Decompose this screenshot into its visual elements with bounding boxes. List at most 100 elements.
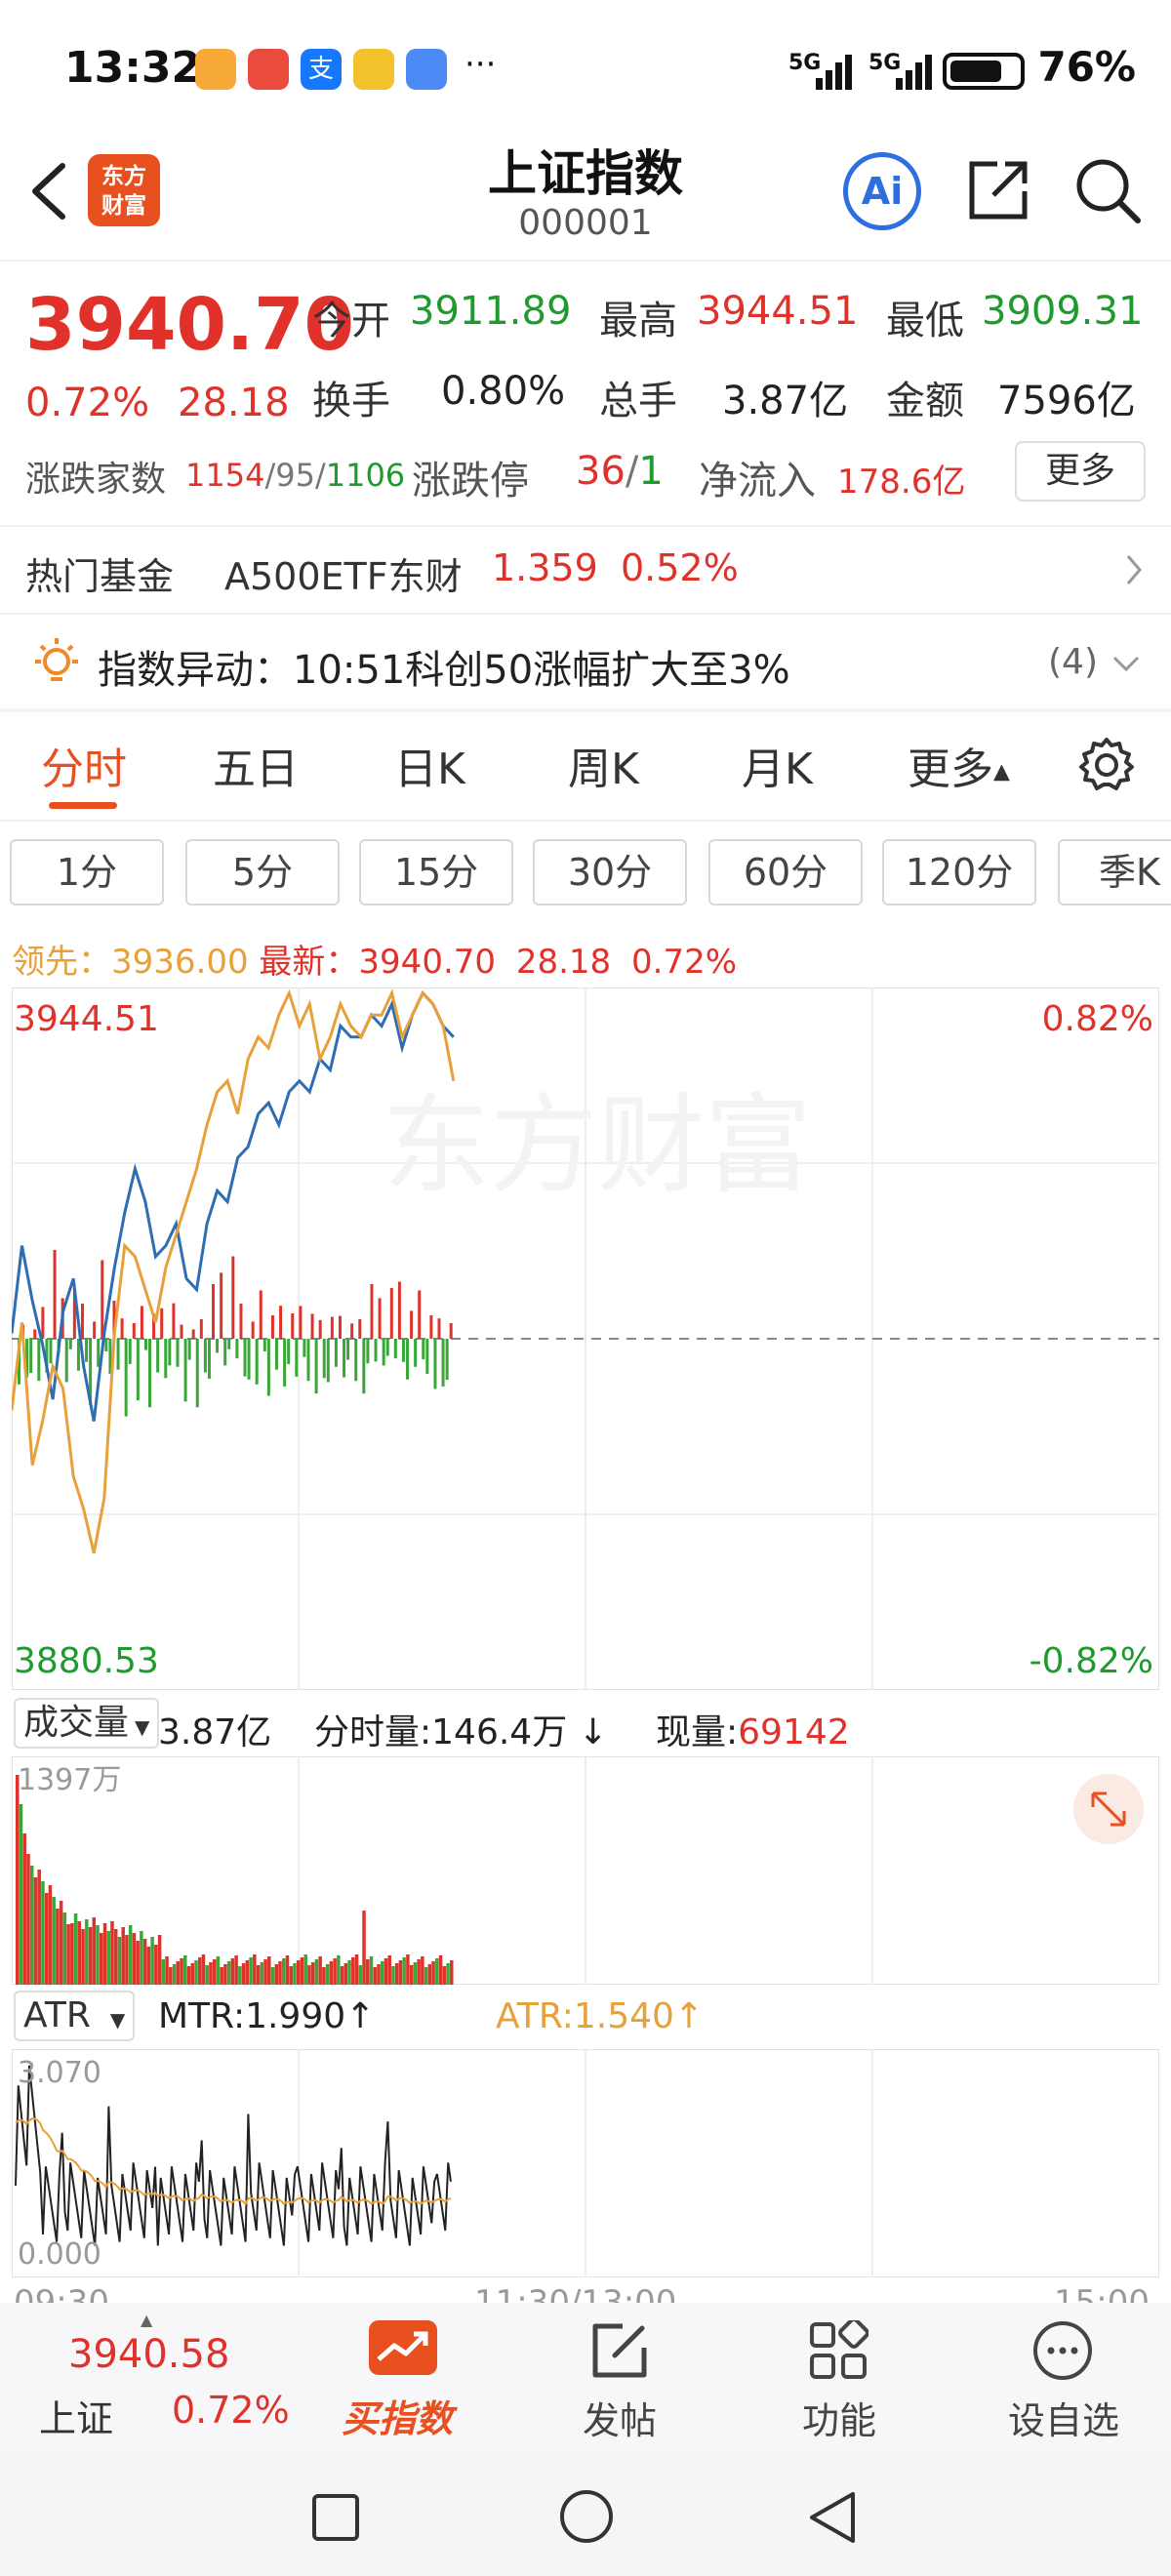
atr-value: ATR:1.540↑: [496, 1996, 704, 2036]
interval-120min[interactable]: 120分: [882, 839, 1036, 906]
interval-5min[interactable]: 5分: [185, 839, 340, 906]
interval-quarter-k[interactable]: 季K: [1058, 839, 1171, 906]
breadth-bar-down: [136, 1339, 140, 1401]
volume-bar: [22, 1833, 26, 1985]
grid-apps-icon: [810, 2320, 868, 2379]
volume-bar: [270, 1967, 275, 1985]
breadth-bar-up: [80, 1304, 84, 1339]
function-button[interactable]: 功能: [771, 2303, 908, 2449]
volume-bar: [387, 1955, 391, 1985]
volume-bar: [391, 1966, 395, 1985]
latest-change: 28.18: [515, 943, 612, 982]
volume-bar: [205, 1965, 209, 1985]
volume-bar: [322, 1967, 326, 1985]
volume-bar: [77, 1921, 82, 1985]
atr-indicator-select[interactable]: ATR ▼: [14, 1991, 136, 2041]
breadth-sep: /: [264, 457, 276, 494]
volume-bar: [169, 1967, 173, 1985]
breadth-bar-down: [322, 1339, 326, 1379]
alipay-icon: 支: [301, 49, 342, 90]
home-icon[interactable]: [558, 2488, 615, 2545]
breadth-bar-up: [132, 1323, 136, 1339]
breadth-sep: /: [314, 457, 326, 494]
atr-chart[interactable]: 3.070 0.000: [12, 2049, 1159, 2277]
turnover-value: 0.80%: [441, 369, 566, 414]
interval-1min[interactable]: 1分: [10, 839, 164, 906]
open-value: 3911.89: [410, 289, 572, 334]
tab-daily-k[interactable]: 日K: [394, 734, 465, 796]
breadth-down: 1106: [325, 457, 406, 494]
volume-bar: [157, 1935, 162, 1985]
interval-60min[interactable]: 60分: [708, 839, 863, 906]
breadth-bar-down: [274, 1339, 278, 1370]
volume-bar: [183, 1955, 187, 1985]
back-triangle-icon[interactable]: [806, 2490, 859, 2545]
volume-bar: [136, 1941, 140, 1985]
volume-bar: [285, 1955, 290, 1985]
volume-bar: [358, 1965, 363, 1985]
breadth-values: 1154/95/1106: [185, 457, 405, 494]
volume-value: 3.87亿: [722, 379, 849, 423]
tab-intraday[interactable]: 分时: [41, 734, 127, 796]
breadth-bar-down: [128, 1339, 132, 1364]
breadth-bar-up: [370, 1284, 374, 1339]
breadth-bar-down: [29, 1339, 33, 1374]
volume-bar: [92, 1917, 97, 1985]
breadth-bar-down: [49, 1339, 53, 1364]
share-icon[interactable]: [964, 156, 1032, 224]
quote-summary-button[interactable]: ▲ 3940.58 上证 0.72%: [0, 2303, 293, 2449]
breadth-bar-down: [85, 1339, 89, 1362]
time-axis-end: 15:00: [1054, 2283, 1150, 2303]
interval-30min[interactable]: 30分: [533, 839, 687, 906]
volume-bar: [325, 1964, 330, 1985]
breadth-bar-down: [124, 1339, 128, 1417]
buy-index-button[interactable]: 买指数: [322, 2303, 488, 2449]
add-watchlist-button[interactable]: 设自选: [986, 2303, 1142, 2449]
volume-bar: [146, 1947, 151, 1985]
breadth-up: 1154: [185, 457, 265, 494]
volume-bar: [340, 1966, 344, 1985]
volume-bar: [435, 1958, 439, 1985]
ai-button[interactable]: Ai: [843, 152, 921, 230]
arrow-down-icon: ↓: [567, 1712, 608, 1752]
volume-bar: [398, 1960, 403, 1985]
volume-bar: [263, 1959, 267, 1985]
fund-pct: 0.52%: [621, 546, 739, 589]
volume-bar: [333, 1958, 337, 1985]
status-bar: 13:32 支 ··· 5G 5G 76%: [0, 0, 1171, 137]
volume-indicator-select[interactable]: 成交量 ▼: [14, 1698, 160, 1749]
breadth-bar-down: [64, 1339, 68, 1383]
volume-bar: [37, 1870, 41, 1985]
search-icon[interactable]: [1071, 154, 1144, 226]
volume-bar: [238, 1966, 242, 1985]
breadth-flat: 95: [275, 457, 315, 494]
tab-five-day[interactable]: 五日: [213, 734, 299, 796]
volume-bar: [413, 1962, 418, 1985]
volume-bar: [142, 1939, 147, 1985]
caret-down-icon: ▼: [109, 2008, 126, 2032]
breadth-bar-up: [378, 1298, 382, 1339]
breadth-bar-down: [422, 1339, 425, 1360]
breadth-bar-down: [176, 1339, 180, 1367]
volume-bar: [318, 1956, 322, 1985]
breadth-bar-up: [330, 1316, 334, 1339]
volume-bar: [409, 1965, 414, 1985]
tab-more[interactable]: 更多▲: [908, 734, 1010, 796]
tab-more-label: 更多: [908, 745, 993, 794]
post-button[interactable]: 发帖: [556, 2303, 683, 2449]
hot-fund-row[interactable]: 热门基金 A500ETF东财 1.359 0.52%: [0, 527, 1171, 613]
recent-apps-icon[interactable]: [310, 2492, 361, 2543]
tab-monthly-k[interactable]: 月K: [742, 734, 813, 796]
intraday-chart[interactable]: 东方财富 3944.51 3880.53 0.82% -0.82%: [12, 987, 1159, 1690]
breadth-bar-down: [326, 1339, 330, 1383]
index-alert-row[interactable]: 指数异动：10:51科创50涨幅扩大至3% (4): [0, 615, 1171, 708]
interval-15min[interactable]: 15分: [359, 839, 513, 906]
volume-chart[interactable]: 1397万: [12, 1756, 1159, 1985]
more-quote-button[interactable]: 更多: [1015, 441, 1146, 502]
breadth-bar-down: [374, 1339, 378, 1362]
battery-icon: [943, 53, 1025, 90]
volume-bar: [220, 1967, 223, 1985]
gear-icon[interactable]: [1077, 736, 1136, 794]
tab-weekly-k[interactable]: 周K: [568, 734, 639, 796]
atr-indicator-label: ATR: [23, 1995, 91, 2035]
